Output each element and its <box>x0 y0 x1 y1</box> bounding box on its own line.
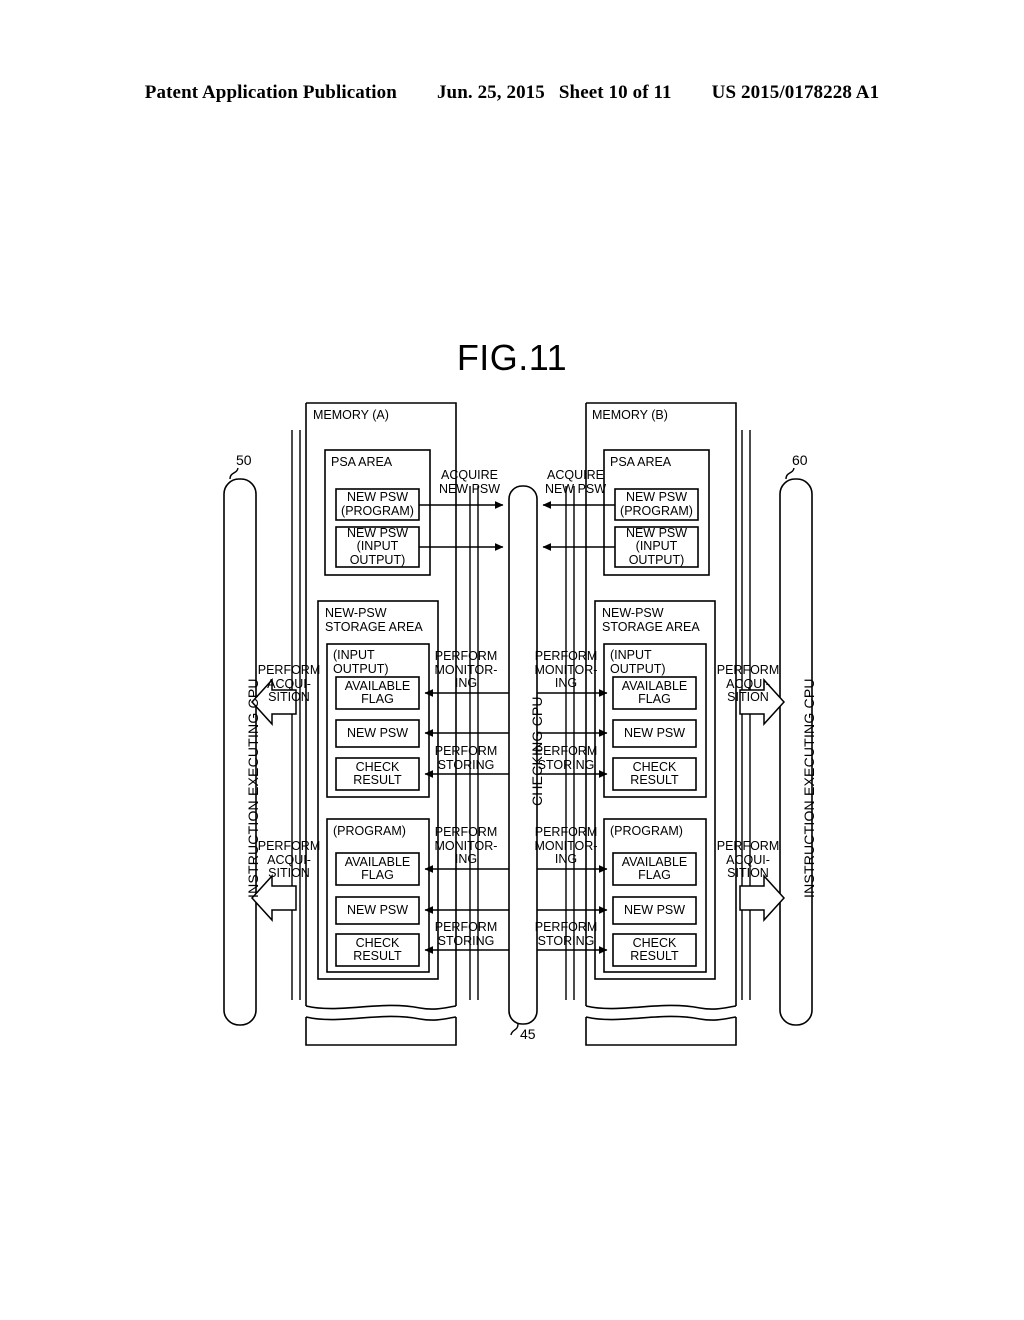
memory-b-storage-title: NEW-PSW STORAGE AREA <box>602 606 700 634</box>
memory-a-io-available-flag-label: AVAILABLE FLAG <box>344 678 411 706</box>
memory-b-break-upper <box>585 1004 737 1010</box>
memory-b-io-check-result-label: CHECK RESULT <box>630 759 679 787</box>
memory-a-psa-item-0-label: NEW PSW (PROGRAM) <box>341 490 414 518</box>
memory-a-break-upper <box>305 1004 457 1010</box>
flow-label-monitoring-b-prog: PERFORM MONITOR- ING <box>534 825 598 866</box>
memory-b-prog-available-flag-label: AVAILABLE FLAG <box>621 854 688 882</box>
memory-a-io-new-psw-label: NEW PSW <box>346 725 409 740</box>
memory-a-storage-title: NEW-PSW STORAGE AREA <box>325 606 423 634</box>
flow-label-monitoring-a-prog: PERFORM MONITOR- ING <box>434 825 498 866</box>
diagram-svg <box>223 402 813 1046</box>
memory-a-psa-title: PSA AREA <box>331 455 393 469</box>
memory-a-group-io-title: (INPUT OUTPUT) <box>333 648 389 676</box>
memory-a-prog-available-flag-label: AVAILABLE FLAG <box>344 854 411 882</box>
ref-numeral-45: 45 <box>520 1026 536 1042</box>
flow-label-acquisition-right-upper: PERFORM ACQUI- SITION <box>716 663 780 704</box>
flow-label-storing-a-io: PERFORM STORING <box>434 744 498 772</box>
memory-a-outer-bottom <box>305 1017 457 1046</box>
flow-label-monitoring-a-io: PERFORM MONITOR- ING <box>434 649 498 690</box>
memory-a-title: MEMORY (A) <box>313 408 389 422</box>
checking-cpu-ref-lead <box>510 1023 519 1036</box>
memory-b-psa-item-0-label: NEW PSW (PROGRAM) <box>620 490 693 518</box>
right-cpu-label: INSTRUCTION EXECUTING CPU <box>801 678 817 898</box>
memory-a-break-lower <box>305 1015 457 1021</box>
block-arrow-right-acquisition-lower <box>739 874 786 922</box>
memory-a-prog-new-psw-label: NEW PSW <box>346 902 409 917</box>
memory-b-group-io-title: (INPUT OUTPUT) <box>610 648 666 676</box>
memory-b-break-lower <box>585 1015 737 1021</box>
figure-11-diagram: 50 60 45 INSTRUCTION EXECUTING CPU INSTR… <box>0 0 1024 1320</box>
right-cpu-ref-lead <box>785 467 795 480</box>
memory-b-io-available-flag-label: AVAILABLE FLAG <box>621 678 688 706</box>
memory-b-io-new-psw-label: NEW PSW <box>623 725 686 740</box>
memory-a-prog-check-result-label: CHECK RESULT <box>353 935 402 963</box>
flow-label-acquisition-left-upper: PERFORM ACQUI- SITION <box>257 663 321 704</box>
memory-b-outer-bottom <box>585 1017 737 1046</box>
flow-label-storing-b-prog: PERFORM STORING <box>534 920 598 948</box>
memory-b-psa-title: PSA AREA <box>610 455 672 469</box>
ref-numeral-50: 50 <box>236 452 252 468</box>
memory-a-group-program-title: (PROGRAM) <box>333 824 406 838</box>
memory-b-group-program-title: (PROGRAM) <box>610 824 683 838</box>
flow-label-storing-a-prog: PERFORM STORING <box>434 920 498 948</box>
flow-label-acquire-new-psw-left: ACQUIRE NEW PSW <box>438 468 501 496</box>
memory-a-psa-item-1-label: NEW PSW (INPUT OUTPUT) <box>346 525 409 567</box>
left-cpu-ref-lead <box>229 467 239 480</box>
memory-b-psa-item-1-label: NEW PSW (INPUT OUTPUT) <box>625 525 688 567</box>
memory-b-title: MEMORY (B) <box>592 408 668 422</box>
ref-numeral-60: 60 <box>792 452 808 468</box>
memory-b-prog-check-result-label: CHECK RESULT <box>630 935 679 963</box>
flow-label-monitoring-b-io: PERFORM MONITOR- ING <box>534 649 598 690</box>
flow-label-acquisition-left-lower: PERFORM ACQUI- SITION <box>257 839 321 880</box>
flow-label-acquire-new-psw-right: ACQUIRE NEW PSW <box>544 468 607 496</box>
memory-a-io-check-result-label: CHECK RESULT <box>353 759 402 787</box>
flow-label-acquisition-right-lower: PERFORM ACQUI- SITION <box>716 839 780 880</box>
memory-b-prog-new-psw-label: NEW PSW <box>623 902 686 917</box>
flow-label-storing-b-io: PERFORM STORING <box>534 744 598 772</box>
